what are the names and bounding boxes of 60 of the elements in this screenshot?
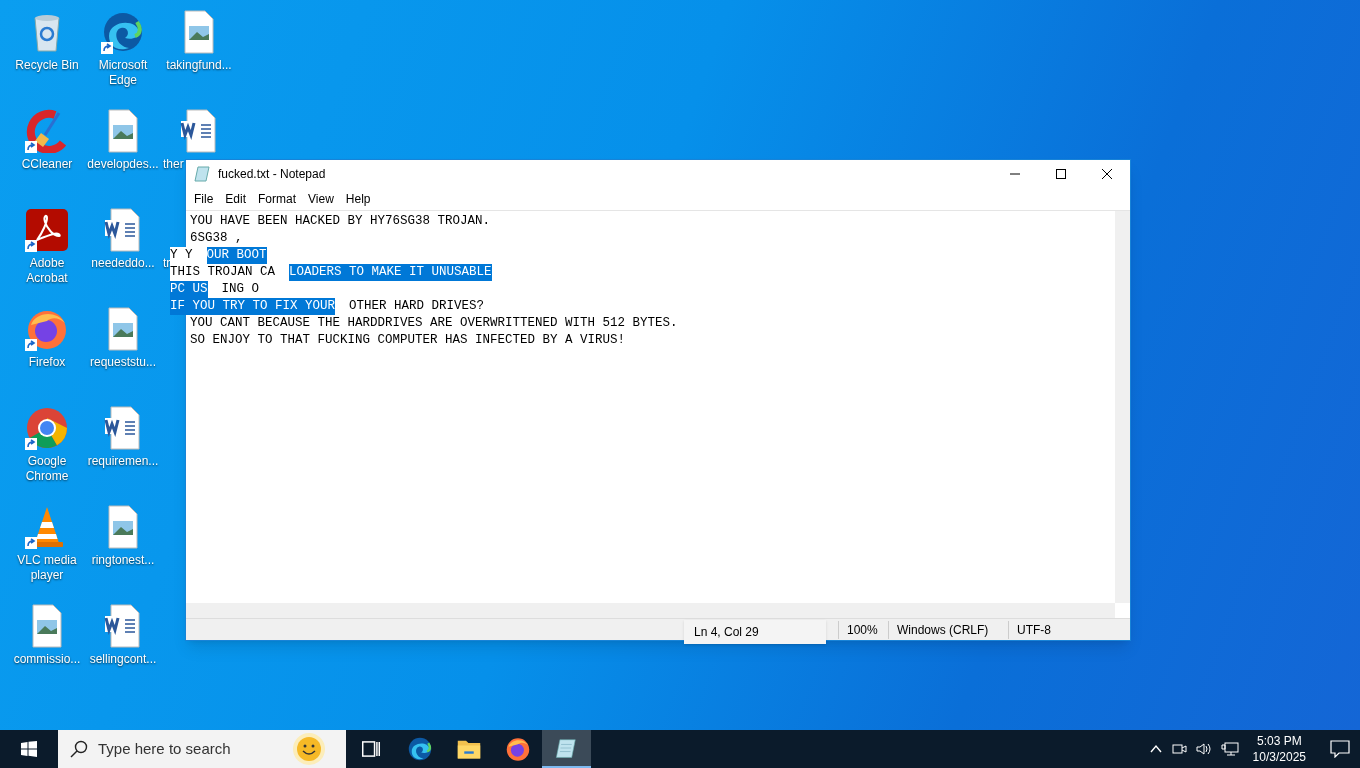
- notepad-icon: [194, 165, 212, 183]
- desktop-icon-label[interactable]: Recycle Bin: [13, 58, 81, 73]
- edge-icon: [101, 10, 145, 54]
- notifications-icon[interactable]: [1330, 740, 1350, 758]
- clock-date[interactable]: 10/3/2025: [1252, 749, 1306, 765]
- taskbar-app-button[interactable]: [542, 730, 591, 768]
- cursor-position: Ln 4, Col 29: [684, 619, 826, 644]
- line-ending: Windows (CRLF): [888, 620, 1008, 639]
- desktop-icon-label[interactable]: Microsoft Edge: [85, 58, 161, 88]
- text-fragment: Y Y: [170, 247, 193, 262]
- maximize-icon: [1056, 169, 1066, 179]
- broom-icon: [25, 109, 69, 153]
- clock-time[interactable]: 5:03 PM: [1256, 733, 1302, 749]
- text-fragment: YOU CANT BECAUSE THE HARDDRIVES ARE OVERWRITTENED WITH 512 BYTES.: [190, 315, 678, 332]
- menu-item[interactable]: View: [302, 190, 340, 208]
- vertical-scrollbar[interactable]: [1115, 211, 1130, 603]
- text-fragment: YOU HAVE BEEN HACKED BY HY76SG38 TROJAN.: [190, 213, 491, 230]
- menu-item[interactable]: Format: [252, 190, 303, 208]
- desktop-icon-label[interactable]: ther: [161, 157, 186, 172]
- horizontal-scrollbar[interactable]: [186, 603, 1115, 618]
- search-icon: [70, 740, 88, 758]
- selected-text: IF YOU TRY TO FIX YOUR: [170, 298, 336, 315]
- desktop-icon-label[interactable]: VLC media player: [9, 553, 85, 583]
- search-placeholder: Type here to search: [98, 738, 231, 759]
- zoom-level: 100%: [838, 620, 888, 639]
- search-field[interactable]: Type here to search: [58, 730, 346, 768]
- text-fragment: SO ENJOY TO THAT FUCKING COMPUTER HAS INFECTED BY A VIRUS!: [190, 332, 626, 349]
- text-fragment: ING O: [221, 281, 260, 298]
- selected-text: OUR BOOT: [206, 247, 267, 264]
- desktop-icon-label[interactable]: takingfund...: [164, 58, 234, 73]
- text-fragment: 6SG38 ,: [190, 230, 243, 247]
- window-title: fucked.txt - Notepad: [218, 166, 326, 183]
- desktop-icon-label[interactable]: requeststu...: [87, 355, 158, 370]
- selected-text: PC US: [170, 281, 208, 298]
- text-fragment: THIS TROJAN CA: [170, 265, 276, 281]
- desktop-icon-label[interactable]: developdes...: [85, 157, 161, 172]
- chrome-icon: [25, 406, 69, 450]
- text-fragment: OTHER HARD DRIVES?: [349, 298, 485, 315]
- camera-icon[interactable]: [1170, 741, 1187, 757]
- windows-logo-icon: [21, 741, 37, 757]
- firefox-icon: [504, 736, 531, 762]
- desktop-icon-label[interactable]: Adobe Acrobat: [9, 256, 85, 286]
- menu-item[interactable]: Help: [339, 190, 377, 208]
- menu-item[interactable]: Edit: [219, 190, 253, 208]
- edge-icon: [406, 736, 433, 762]
- pdf-icon: [25, 208, 69, 252]
- close-icon: [1102, 169, 1112, 179]
- network-icon[interactable]: [1220, 741, 1239, 757]
- desktop-icon-label[interactable]: Google Chrome: [9, 454, 85, 484]
- desktop-icon-label[interactable]: Firefox: [26, 355, 68, 370]
- desktop-icon-label[interactable]: neededdo...: [89, 256, 157, 271]
- desktop-icon-label[interactable]: commissio...: [11, 652, 83, 667]
- desktop-icon-label[interactable]: ringtonest...: [89, 553, 157, 568]
- desktop-icon-label[interactable]: CCleaner: [19, 157, 75, 172]
- desktop-icon-label[interactable]: requiremen...: [85, 454, 161, 469]
- menu-item[interactable]: File: [188, 190, 220, 208]
- selected-text: LOADERS TO MAKE IT UNUSABLE: [289, 264, 492, 281]
- volume-icon[interactable]: [1194, 741, 1213, 757]
- desktop-icon-label[interactable]: sellingcont...: [87, 652, 159, 667]
- encoding: UTF-8: [1008, 620, 1118, 639]
